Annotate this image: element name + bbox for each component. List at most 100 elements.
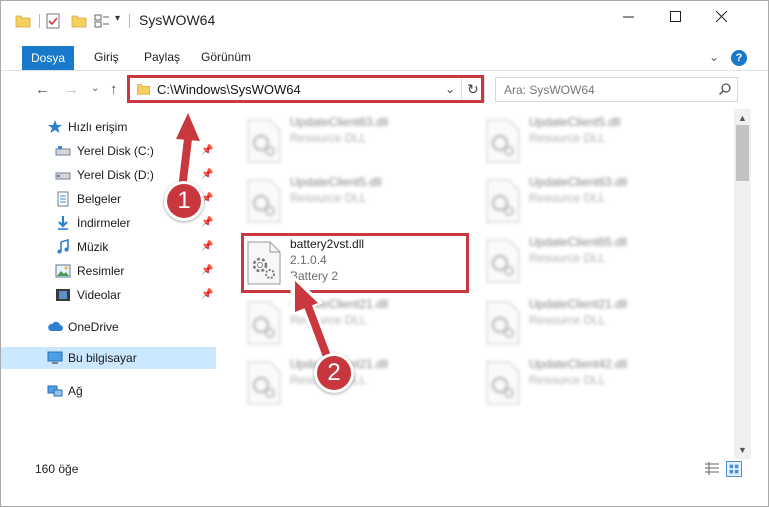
- close-button[interactable]: [698, 1, 744, 31]
- dll-file-icon: [247, 361, 281, 405]
- explorer-window: ▾ SysWOW64 Dosya Giriş Paylaş Görünüm ⌄ …: [0, 0, 769, 507]
- expand-ribbon-icon[interactable]: ⌄: [709, 50, 719, 64]
- item-count: 160 öğe: [35, 462, 79, 476]
- file-item[interactable]: UpdateClient21.dll Resource DLL: [246, 295, 471, 351]
- file-highlight: [241, 233, 469, 293]
- minimize-button[interactable]: [605, 1, 651, 31]
- scroll-up-icon[interactable]: ▲: [738, 113, 747, 123]
- scroll-down-icon[interactable]: ▼: [738, 445, 747, 455]
- pin-icon[interactable]: 📌: [201, 289, 213, 300]
- sidebar-item-label: Videolar: [77, 288, 121, 302]
- sidebar-item-label: Belgeler: [77, 192, 122, 206]
- window-title: SysWOW64: [139, 12, 216, 28]
- pin-icon[interactable]: 📌: [201, 217, 213, 228]
- pin-icon[interactable]: 📌: [201, 265, 213, 276]
- properties-check-icon[interactable]: [45, 13, 61, 29]
- new-folder-icon[interactable]: [71, 13, 87, 29]
- drive-icon: [55, 172, 71, 180]
- vertical-scrollbar[interactable]: ▲ ▼: [734, 109, 751, 459]
- scroll-thumb[interactable]: [736, 125, 749, 181]
- file-item[interactable]: UpdateClient63.dll Resource DLL: [246, 113, 471, 169]
- video-icon: [56, 289, 70, 301]
- file-name: UpdateClient63.dll: [529, 175, 628, 189]
- folder-icon[interactable]: [15, 13, 31, 29]
- sidebar-item-label: Bu bilgisayar: [68, 351, 137, 365]
- sidebar-item-label: Resimler: [77, 264, 125, 278]
- sidebar-item-label: İndirmeler: [77, 216, 131, 230]
- file-description: Resource DLL: [290, 191, 367, 205]
- file-description: Resource DLL: [290, 313, 367, 327]
- address-highlight: [127, 75, 484, 103]
- file-item[interactable]: UpdateClient21.dll Resource DLL: [246, 355, 471, 411]
- divider: [129, 14, 130, 28]
- details-view-icon[interactable]: [704, 462, 720, 476]
- file-description: Resource DLL: [529, 313, 606, 327]
- sidebar-item-videos[interactable]: Videolar 📌: [1, 284, 216, 306]
- file-description: Resource DLL: [529, 131, 606, 145]
- computer-icon: [47, 351, 63, 364]
- sidebar-item-network[interactable]: Ağ: [1, 380, 216, 402]
- dll-file-icon: [247, 301, 281, 345]
- step-badge-1: 1: [164, 181, 204, 221]
- dll-file-icon: [486, 239, 520, 283]
- file-item[interactable]: UpdateClient63.dll Resource DLL: [485, 173, 710, 229]
- recent-locations-icon[interactable]: ⌄: [91, 83, 99, 94]
- file-name: UpdateClient21.dll: [529, 297, 628, 311]
- search-input[interactable]: Ara: SysWOW64: [495, 77, 738, 102]
- file-name: UpdateClient5.dll: [290, 175, 382, 189]
- dll-file-icon: [247, 119, 281, 163]
- file-name: UpdateClient21.dll: [290, 297, 389, 311]
- sidebar-item-onedrive[interactable]: OneDrive: [1, 316, 216, 338]
- maximize-icon: [669, 10, 681, 22]
- divider: [39, 14, 40, 28]
- maximize-button[interactable]: [652, 1, 698, 31]
- tab-file[interactable]: Dosya: [22, 46, 74, 70]
- file-item[interactable]: UpdateClient21.dll Resource DLL: [485, 295, 710, 351]
- music-icon: [57, 239, 69, 254]
- up-button[interactable]: ↑: [110, 81, 118, 98]
- dll-file-icon: [486, 361, 520, 405]
- sidebar-item-pictures[interactable]: Resimler 📌: [1, 260, 216, 282]
- file-item[interactable]: UpdateClient5.dll Resource DLL: [246, 173, 471, 229]
- help-icon[interactable]: ?: [731, 50, 747, 66]
- tiles-view-icon[interactable]: [726, 461, 742, 477]
- file-name: UpdateClient65.dll: [529, 235, 628, 249]
- pin-icon[interactable]: 📌: [201, 145, 213, 156]
- star-icon: [48, 120, 62, 133]
- pin-icon[interactable]: 📌: [201, 241, 213, 252]
- sidebar-item-label: Yerel Disk (C:): [77, 144, 154, 158]
- sidebar-item-quick-access[interactable]: Hızlı erişim: [1, 116, 216, 138]
- file-description: Resource DLL: [529, 251, 606, 265]
- dll-file-icon: [486, 119, 520, 163]
- drive-icon: [55, 146, 71, 156]
- sidebar-item-label: Hızlı erişim: [68, 120, 128, 134]
- documents-icon: [57, 191, 69, 207]
- sidebar-item-music[interactable]: Müzik 📌: [1, 236, 216, 258]
- back-button[interactable]: ←: [35, 81, 50, 98]
- title-bar: ▾ SysWOW64: [1, 1, 768, 41]
- sidebar-item-label: Müzik: [77, 240, 109, 254]
- tab-view[interactable]: Görünüm: [201, 46, 251, 68]
- sidebar-item-this-pc[interactable]: Bu bilgisayar: [1, 347, 216, 369]
- cloud-icon: [48, 321, 63, 331]
- file-description: Resource DLL: [529, 191, 606, 205]
- file-name: UpdateClient42.dll: [529, 357, 628, 371]
- sidebar-item-local-disk-c[interactable]: Yerel Disk (C:) 📌: [1, 140, 216, 162]
- forward-button[interactable]: →: [64, 81, 79, 98]
- file-item[interactable]: UpdateClient5.dll Resource DLL: [485, 113, 710, 169]
- view-options-icon[interactable]: [94, 13, 110, 29]
- ribbon-tabs: Dosya Giriş Paylaş Görünüm ⌄ ?: [1, 41, 768, 71]
- navigation-pane: Hızlı erişim Yerel Disk (C:) 📌 Yerel Dis…: [1, 109, 216, 454]
- search-placeholder: Ara: SysWOW64: [504, 83, 595, 97]
- tab-home[interactable]: Giriş: [94, 46, 119, 68]
- network-icon: [47, 385, 63, 397]
- close-icon: [715, 10, 727, 22]
- file-item[interactable]: UpdateClient42.dll Resource DLL: [485, 355, 710, 411]
- tab-share[interactable]: Paylaş: [144, 46, 180, 68]
- quick-access-dropdown-icon[interactable]: ▾: [115, 13, 120, 24]
- file-item[interactable]: UpdateClient65.dll Resource DLL: [485, 233, 710, 289]
- pin-icon[interactable]: 📌: [201, 169, 213, 180]
- search-icon[interactable]: [718, 82, 732, 96]
- minimize-icon: [622, 16, 634, 17]
- file-description: Resource DLL: [290, 131, 367, 145]
